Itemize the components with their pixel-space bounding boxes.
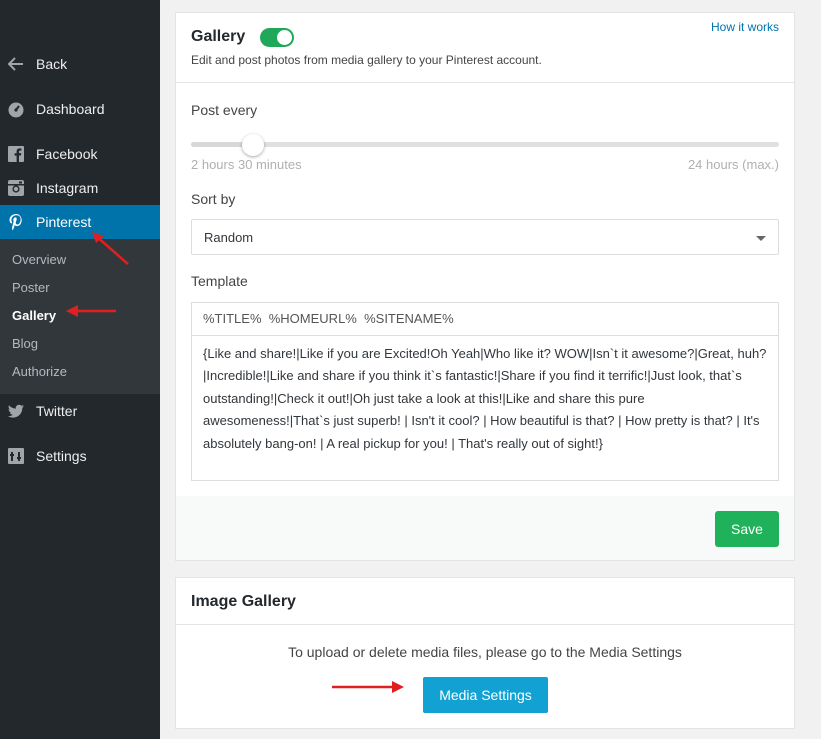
gallery-description: Edit and post photos from media gallery … [191,53,542,67]
submenu-item-overview[interactable]: Overview [12,250,66,270]
annotation-arrow-icon [332,681,404,693]
instagram-icon [7,179,25,197]
sidebar-item-dashboard[interactable]: Dashboard [0,92,160,126]
image-gallery-header: Image Gallery [176,578,794,625]
settings-icon [7,447,25,465]
template-tags-bar[interactable]: %TITLE% %HOMEURL% %SITENAME% [192,303,778,336]
submenu-item-blog[interactable]: Blog [12,334,38,354]
chevron-down-icon [756,236,766,241]
sidebar-item-label: Facebook [36,146,98,162]
image-gallery-title: Image Gallery [191,593,296,610]
sidebar-item-back[interactable]: Back [0,47,160,81]
slider-min-label: 2 hours 30 minutes [191,157,302,172]
save-button[interactable]: Save [715,511,779,547]
post-every-label: Post every [191,102,258,118]
gallery-enabled-toggle[interactable] [260,28,294,47]
gallery-header: Gallery Edit and post photos from media … [176,13,794,83]
sidebar-item-facebook[interactable]: Facebook [0,137,160,171]
pinterest-icon [7,213,25,231]
sidebar-item-label: Pinterest [36,214,92,230]
sidebar-item-pinterest[interactable]: Pinterest [0,205,160,239]
admin-sidebar: Back Dashboard Facebook Instagram Pinter… [0,0,160,739]
gallery-settings-panel: Gallery Edit and post photos from media … [175,12,795,561]
template-label: Template [191,273,248,289]
sidebar-item-label: Back [36,56,68,72]
sidebar-item-label: Instagram [36,180,99,196]
image-gallery-panel: Image Gallery To upload or delete media … [175,577,795,729]
sidebar-item-label: Dashboard [36,101,105,117]
submenu-item-poster[interactable]: Poster [12,278,50,298]
submenu-item-gallery[interactable]: Gallery [12,306,56,326]
media-settings-button[interactable]: Media Settings [423,677,548,713]
submenu-item-authorize[interactable]: Authorize [12,362,67,382]
template-textarea[interactable]: {Like and share!|Like if you are Excited… [192,336,778,480]
template-editor: %TITLE% %HOMEURL% %SITENAME% {Like and s… [191,302,779,481]
sort-by-select[interactable]: Random [191,219,779,255]
how-it-works-link[interactable]: How it works [711,20,779,34]
annotation-arrow-icon [66,305,116,317]
sidebar-item-settings[interactable]: Settings [0,439,160,473]
facebook-icon [7,145,25,163]
sort-by-value: Random [204,230,254,245]
image-gallery-info: To upload or delete media files, please … [288,644,682,660]
annotation-arrow-icon [92,232,129,265]
arrow-left-icon [7,55,25,73]
sidebar-item-instagram[interactable]: Instagram [0,171,160,205]
sidebar-item-label: Settings [36,448,87,464]
dashboard-icon [7,100,25,118]
gallery-title: Gallery [191,28,246,45]
gallery-footer: Save [176,496,794,560]
sidebar-item-twitter[interactable]: Twitter [0,394,160,428]
twitter-icon [7,402,25,420]
sidebar-item-label: Twitter [36,403,78,419]
post-interval-slider[interactable] [191,134,779,156]
slider-handle[interactable] [241,134,264,156]
slider-max-label: 24 hours (max.) [687,157,779,172]
sort-by-label: Sort by [191,191,236,207]
toggle-knob [277,30,292,45]
